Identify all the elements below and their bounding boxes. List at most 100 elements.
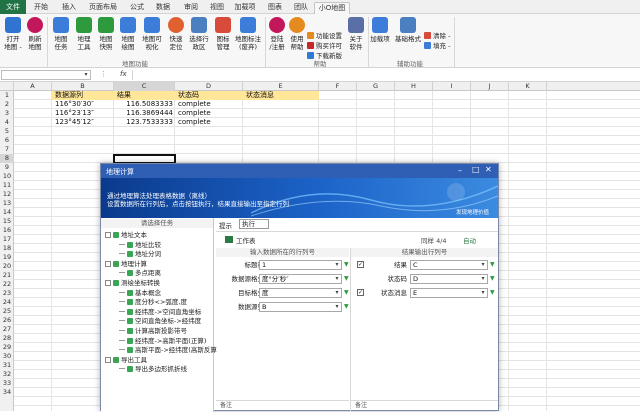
column-header[interactable]: A <box>14 82 52 91</box>
tree-leaf-item[interactable]: 导出多边形抓折线 <box>119 365 187 373</box>
row-header[interactable]: 33 <box>0 379 14 388</box>
note-left[interactable]: 备注 <box>216 400 349 412</box>
tree-category-item[interactable]: 导出工具 <box>105 356 147 364</box>
row-header[interactable]: 14 <box>0 208 14 217</box>
feature-settings-button[interactable]: 功能设置 <box>307 32 342 40</box>
column-header[interactable]: C <box>114 82 175 91</box>
fx-icon[interactable]: fx <box>120 70 127 78</box>
cell-b1[interactable]: 数据源列 <box>55 91 83 100</box>
tab-team[interactable]: 团队 <box>290 2 312 14</box>
exec-button[interactable]: 执行 <box>239 219 269 229</box>
expand-box-icon[interactable] <box>105 232 111 238</box>
row-header[interactable]: 22 <box>0 280 14 289</box>
title-row-select[interactable]: 1 ▾ <box>259 260 342 270</box>
row-header[interactable]: 34 <box>0 388 14 397</box>
dialog-titlebar[interactable]: 地理计算 – □ ✕ <box>101 164 498 178</box>
load-item-button[interactable]: 加载项 <box>366 17 394 43</box>
expand-box-icon[interactable] <box>105 260 111 267</box>
tree-category-item[interactable]: 地址文本 <box>105 231 147 239</box>
tab-home[interactable]: 开始 <box>30 2 52 14</box>
cell-d4[interactable]: complete <box>178 118 211 127</box>
row-header[interactable]: 24 <box>0 298 14 307</box>
column-header[interactable]: K <box>509 82 547 91</box>
cell-d1[interactable]: 状态码 <box>178 91 199 100</box>
refresh-map-button[interactable]: 刷新 地图 <box>22 17 48 51</box>
expand-box-icon[interactable] <box>105 356 111 363</box>
column-header[interactable]: J <box>471 82 509 91</box>
row-header[interactable]: 32 <box>0 370 14 379</box>
tree-leaf-item[interactable]: 度分秒<>弧度,度 <box>119 298 187 306</box>
row-header[interactable]: 19 <box>0 253 14 262</box>
tab-formulas[interactable]: 公式 <box>126 2 148 14</box>
tree-leaf-item[interactable]: 经纬度->高斯平面(正算) <box>119 337 206 345</box>
tree-leaf-item[interactable]: 计算高斯投影带号 <box>119 327 187 335</box>
column-header[interactable]: H <box>395 82 433 91</box>
expand-box-icon[interactable] <box>105 280 111 286</box>
buy-license-button[interactable]: 购买许可 <box>307 42 342 50</box>
column-header[interactable]: B <box>52 82 114 91</box>
tree-leaf-item[interactable]: 空间直角坐标->经纬度 <box>119 317 201 325</box>
tree-leaf-item[interactable]: 地址比较 <box>119 241 161 249</box>
cell-c4[interactable]: 123.7533333 <box>114 118 173 127</box>
fill-button[interactable]: 填充 - <box>424 42 450 50</box>
tree-category-item[interactable]: 测绘坐标转换 <box>105 279 160 287</box>
row-header[interactable]: 27 <box>0 325 14 334</box>
sheet-name[interactable]: 同样 4/4 <box>421 235 447 245</box>
cell-d3[interactable]: complete <box>178 109 211 118</box>
column-header[interactable]: D <box>175 82 243 91</box>
tab-page-layout[interactable]: 页面布局 <box>86 2 120 14</box>
row-header[interactable]: 13 <box>0 199 14 208</box>
tab-charts[interactable]: 图表 <box>264 2 286 14</box>
tab-data[interactable]: 数据 <box>152 2 174 14</box>
row-header[interactable]: 9 <box>0 163 14 172</box>
data-col-select[interactable]: B ▾ <box>259 302 342 312</box>
row-header[interactable]: 2 <box>0 100 14 109</box>
formula-input[interactable] <box>132 70 638 80</box>
status-msg-checkbox[interactable]: ✓ <box>357 289 364 296</box>
row-header[interactable]: 11 <box>0 181 14 190</box>
cell-b4[interactable]: 123°45′12″ <box>55 118 94 127</box>
cell-c1[interactable]: 结果 <box>117 91 131 100</box>
row-header[interactable]: 26 <box>0 316 14 325</box>
row-header[interactable]: 15 <box>0 217 14 226</box>
row-header[interactable]: 5 <box>0 127 14 136</box>
row-header[interactable]: 12 <box>0 190 14 199</box>
row-header[interactable]: 30 <box>0 352 14 361</box>
tree-leaf-item[interactable]: 多点距离 <box>119 269 161 277</box>
row-header[interactable]: 16 <box>0 226 14 235</box>
row-header[interactable]: 4 <box>0 118 14 127</box>
row-header[interactable]: 18 <box>0 244 14 253</box>
auto-toggle[interactable]: 自动 <box>463 235 476 245</box>
row-header[interactable]: 6 <box>0 136 14 145</box>
tab-xiaoo-map[interactable]: 小O地图 <box>314 2 350 14</box>
result-checkbox[interactable]: ✓ <box>357 261 364 268</box>
column-header[interactable]: E <box>243 82 319 91</box>
column-header[interactable]: I <box>433 82 471 91</box>
tab-insert[interactable]: 插入 <box>58 2 80 14</box>
column-header[interactable]: F <box>319 82 357 91</box>
row-header[interactable]: 8 <box>0 154 14 163</box>
out-result-select[interactable]: C ▾ <box>410 260 488 270</box>
note-right[interactable]: 备注 <box>351 400 498 412</box>
cell-c2[interactable]: 116.5083333 <box>114 100 173 109</box>
tree-leaf-item[interactable]: 经纬度->空间直角坐标 <box>119 308 201 316</box>
tree-leaf-item[interactable]: 高斯平面->经纬度(高斯反算 <box>119 346 217 354</box>
tab-review[interactable]: 审阅 <box>180 2 202 14</box>
name-box[interactable]: ▾ <box>1 70 91 80</box>
map-label-button[interactable]: 地图标注 (废弃) <box>232 17 264 51</box>
select-all-corner[interactable] <box>0 82 14 91</box>
row-header[interactable]: 23 <box>0 289 14 298</box>
row-header[interactable]: 3 <box>0 109 14 118</box>
tree-category-item[interactable]: 地理计算 <box>105 260 147 268</box>
tab-file[interactable]: 文件 <box>0 0 26 14</box>
cell-e1[interactable]: 状态消息 <box>246 91 274 100</box>
tab-addins[interactable]: 加载项 <box>232 2 258 14</box>
row-header[interactable]: 28 <box>0 334 14 343</box>
row-header[interactable]: 21 <box>0 271 14 280</box>
row-header[interactable]: 7 <box>0 145 14 154</box>
tree-leaf-item[interactable]: 基本概念 <box>119 289 161 297</box>
clear-button[interactable]: 清除 - <box>424 32 450 40</box>
minimize-icon[interactable]: – <box>458 166 462 175</box>
close-icon[interactable]: ✕ <box>485 165 492 174</box>
out-status-select[interactable]: D ▾ <box>410 274 488 284</box>
